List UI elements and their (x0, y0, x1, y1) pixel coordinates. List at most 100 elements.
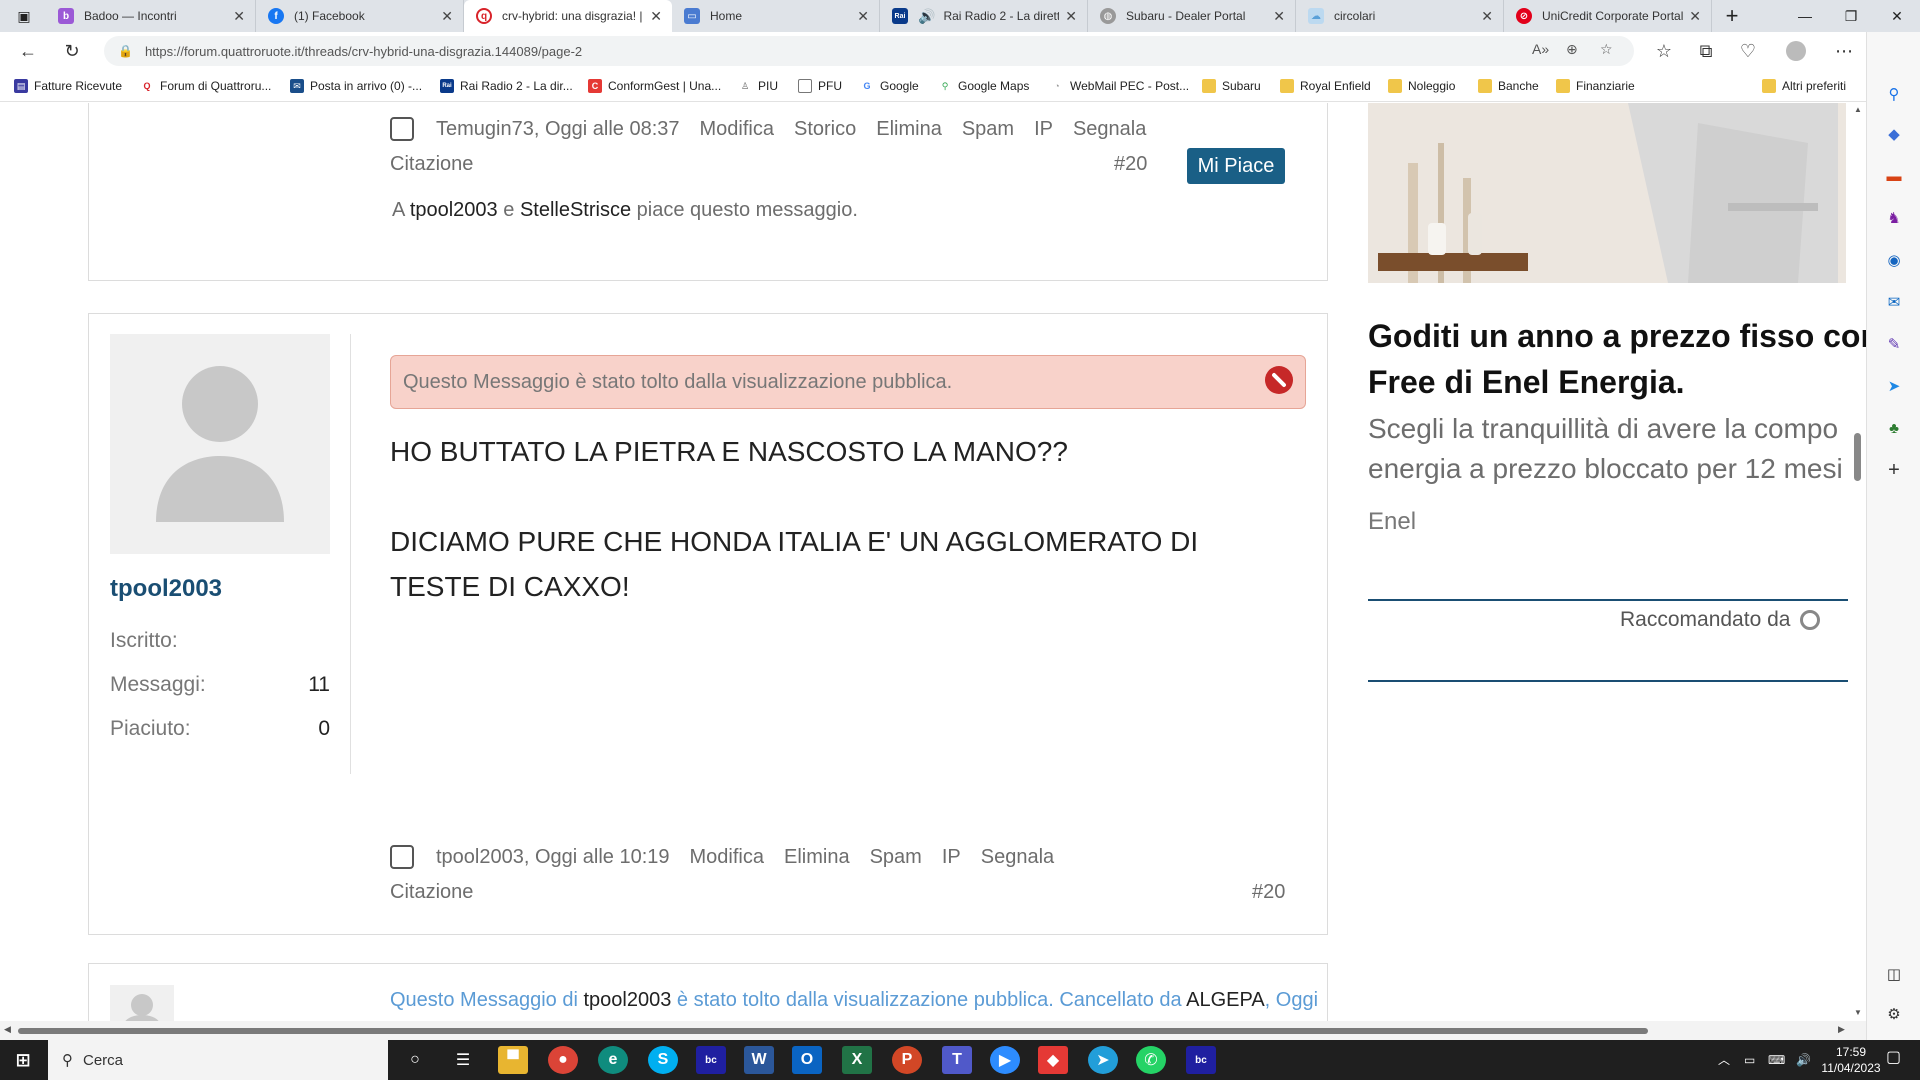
browser-essentials-icon[interactable]: ♡ (1734, 37, 1762, 65)
tab-unicredit[interactable]: ⊘ UniCredit Corporate Portal ✕ (1504, 0, 1712, 32)
tab-rai-radio2[interactable]: Rai 🔊 Rai Radio 2 - La dirett ✕ (880, 0, 1088, 32)
profile-avatar[interactable] (1782, 37, 1810, 65)
quote-link[interactable]: Citazione (390, 153, 473, 176)
close-icon[interactable]: ✕ (1065, 8, 1077, 25)
post-author-time[interactable]: tpool2003, Oggi alle 10:19 (436, 846, 670, 869)
telegram-icon[interactable]: ➤ (1088, 1046, 1118, 1074)
send-icon[interactable]: ➤ (1884, 376, 1904, 396)
liker-link[interactable]: StelleStrisce (520, 199, 631, 221)
word-icon[interactable]: W (744, 1046, 774, 1074)
bookmark-google-maps[interactable]: ⚲ Google Maps (938, 77, 1030, 95)
username-link[interactable]: tpool2003 (583, 989, 671, 1011)
outlook-icon[interactable]: ✉ (1884, 292, 1904, 312)
close-icon[interactable]: ✕ (233, 8, 245, 25)
bookmark-folder-subaru[interactable]: Subaru (1202, 77, 1261, 95)
tray-chevron-icon[interactable]: ︿ (1718, 1052, 1730, 1068)
bookmark-posta[interactable]: ✉ Posta in arrivo (0) -... (290, 77, 422, 95)
close-icon[interactable]: ✕ (441, 8, 453, 25)
powerpoint-icon[interactable]: P (892, 1046, 922, 1074)
close-window-icon[interactable]: ✕ (1874, 0, 1920, 32)
anydesk-icon[interactable]: ◆ (1038, 1046, 1068, 1074)
app-icon[interactable]: bc (696, 1046, 726, 1074)
scroll-right-icon[interactable]: ▶ (1838, 1024, 1845, 1035)
close-icon[interactable]: ✕ (1273, 8, 1285, 25)
scroll-up-icon[interactable]: ▲ (1854, 105, 1862, 114)
edit-link[interactable]: Modifica (690, 846, 764, 869)
liker-link[interactable]: tpool2003 (410, 199, 498, 221)
sidebar-toggle-icon[interactable]: ◫ (1884, 964, 1904, 984)
restore-icon[interactable]: ❐ (1828, 0, 1874, 32)
clock[interactable]: 17:59 11/04/2023 (1816, 1044, 1886, 1076)
ad-title-line-2[interactable]: Free di Enel Energia. (1368, 359, 1848, 405)
favorite-star-icon[interactable]: ☆ (1600, 41, 1613, 58)
close-icon[interactable]: ✕ (650, 8, 662, 25)
close-icon[interactable]: ✕ (857, 8, 869, 25)
bookmark-folder-altri-preferiti[interactable]: Altri preferiti (1762, 77, 1846, 95)
designer-icon[interactable]: ✎ (1884, 334, 1904, 354)
tree-icon[interactable]: ♣ (1884, 418, 1904, 438)
tab-actions-icon[interactable]: ▣ (4, 0, 44, 32)
tab-home[interactable]: ▭ Home ✕ (672, 0, 880, 32)
post-author-time[interactable]: Temugin73, Oggi alle 08:37 (436, 118, 680, 141)
post-number[interactable]: #20 (1252, 881, 1285, 904)
edge-icon[interactable]: e (598, 1046, 628, 1074)
scroll-thumb[interactable] (1854, 433, 1861, 481)
delete-link[interactable]: Elimina (784, 846, 850, 869)
post-number[interactable]: #20 (1114, 153, 1147, 176)
file-explorer-icon[interactable]: ▀ (498, 1046, 528, 1074)
add-icon[interactable]: + (1884, 459, 1904, 481)
windows-start-icon[interactable]: ⊞ (8, 1046, 38, 1074)
bookmark-folder-royal-enfield[interactable]: Royal Enfield (1280, 77, 1371, 95)
outlook-icon[interactable]: O (792, 1046, 822, 1074)
widgets-icon[interactable]: ☰ (448, 1046, 478, 1074)
new-tab-button[interactable]: + (1712, 0, 1752, 32)
history-link[interactable]: Storico (794, 118, 856, 141)
bookmark-folder-noleggio[interactable]: Noleggio (1388, 77, 1455, 95)
tab-crv-hybrid[interactable]: q crv-hybrid: una disgrazia! | ✕ (464, 0, 672, 32)
speaker-icon[interactable]: 🔊 (918, 8, 935, 25)
task-view-icon[interactable]: ○ (400, 1046, 430, 1074)
bookmark-rai-radio2[interactable]: Rai Rai Radio 2 - La dir... (440, 77, 573, 95)
read-aloud-icon[interactable]: A» (1532, 41, 1549, 57)
back-icon[interactable]: ← (14, 37, 42, 65)
app-icon[interactable]: bc (1186, 1046, 1216, 1074)
excel-icon[interactable]: X (842, 1046, 872, 1074)
zoom-icon[interactable]: ⊕ (1566, 41, 1578, 58)
edit-link[interactable]: Modifica (700, 118, 774, 141)
minimize-icon[interactable]: — (1782, 0, 1828, 32)
quote-link[interactable]: Citazione (390, 881, 473, 904)
like-button[interactable]: Mi Piace (1187, 148, 1285, 184)
taskbar-search[interactable]: ⚲ Cerca (48, 1040, 388, 1080)
more-menu-icon[interactable]: ⋯ (1830, 37, 1858, 65)
tab-badoo[interactable]: b Badoo — Incontri ✕ (46, 0, 256, 32)
username-link[interactable]: tpool2003 (110, 575, 222, 603)
delete-link[interactable]: Elimina (876, 118, 942, 141)
report-link[interactable]: Segnala (981, 846, 1054, 869)
ip-link[interactable]: IP (942, 846, 961, 869)
notifications-icon[interactable]: ▢ (1886, 1050, 1901, 1066)
horizontal-scrollbar[interactable]: ◀ ▶ (0, 1021, 1866, 1040)
bookmark-forum-quattroruote[interactable]: Q Forum di Quattroru... (140, 77, 271, 95)
bookmark-conformgest[interactable]: C ConformGest | Una... (588, 77, 721, 95)
search-icon[interactable]: ⚲ (1884, 84, 1904, 104)
tab-subaru[interactable]: ◍ Subaru - Dealer Portal ✕ (1088, 0, 1296, 32)
microsoft365-icon[interactable]: ◉ (1884, 250, 1904, 270)
bookmark-webmail-pec[interactable]: ◔ WebMail PEC - Post... (1050, 77, 1189, 95)
select-checkbox[interactable] (390, 117, 414, 141)
report-link[interactable]: Segnala (1073, 118, 1146, 141)
bookmark-piu[interactable]: ♙ PIU (738, 77, 778, 95)
bookmark-fatture[interactable]: ▤ Fatture Ricevute (14, 77, 122, 95)
tab-circolari[interactable]: ☁ circolari ✕ (1296, 0, 1504, 32)
scroll-down-icon[interactable]: ▼ (1854, 1008, 1862, 1017)
shopping-tag-icon[interactable]: ◆ (1884, 124, 1904, 144)
tools-icon[interactable]: ▬ (1884, 166, 1904, 186)
spam-link[interactable]: Spam (870, 846, 922, 869)
address-bar[interactable]: 🔒 https://forum.quattroruote.it/threads/… (104, 36, 1634, 66)
recommended-by[interactable]: Raccomandato da (1620, 608, 1821, 632)
bookmark-folder-banche[interactable]: Banche (1478, 77, 1539, 95)
volume-icon[interactable]: 🔊 (1796, 1052, 1811, 1068)
avatar[interactable] (110, 334, 330, 554)
vertical-scrollbar[interactable]: ▲ ▼ (1850, 103, 1864, 1021)
bookmark-google[interactable]: G Google (860, 77, 918, 95)
network-icon[interactable]: ▭ (1744, 1052, 1755, 1068)
